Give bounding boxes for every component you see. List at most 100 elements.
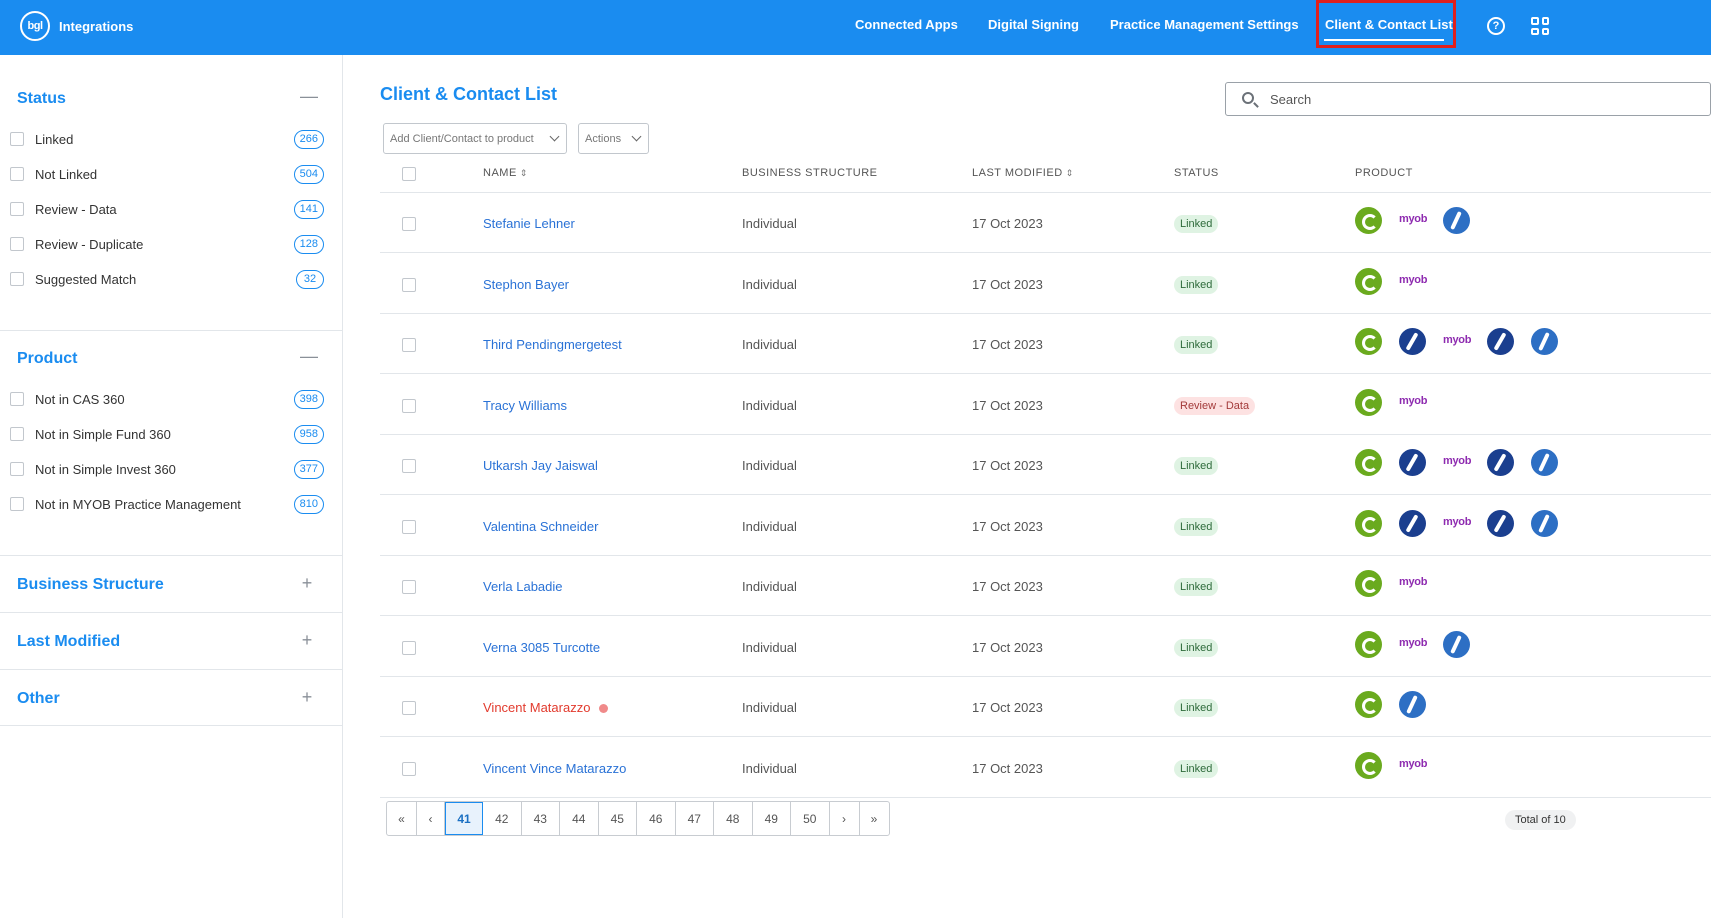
row-checkbox[interactable] [402, 338, 416, 352]
table-row[interactable]: Verla Labadie Individual 17 Oct 2023 Linked… [380, 556, 1711, 616]
column-header-last-modified[interactable]: LAST MODIFIED ⇕ [972, 167, 1074, 179]
table-row[interactable]: Vincent Matarazzo Individual 17 Oct 2023 Li… [380, 677, 1711, 737]
myob-icon[interactable]: myob [1399, 576, 1429, 603]
add-to-product-dropdown[interactable]: Add Client/Contact to product [383, 123, 567, 154]
client-name-link[interactable]: Third Pendingmergetest [483, 337, 622, 352]
business-structure-filter-title[interactable]: Business Structure [17, 576, 164, 594]
checkbox[interactable] [10, 427, 24, 441]
collapse-status-icon[interactable]: — [300, 86, 318, 107]
simple-fund-icon[interactable] [1399, 449, 1426, 476]
nav-connected-apps[interactable]: Connected Apps [855, 17, 958, 32]
simple-fund-icon[interactable] [1487, 328, 1514, 355]
row-checkbox[interactable] [402, 761, 416, 776]
page-button[interactable]: 47 [676, 802, 714, 835]
actions-dropdown[interactable]: Actions [578, 123, 649, 154]
myob-icon[interactable]: myob [1443, 516, 1473, 543]
expand-last-modified-icon[interactable]: + [300, 630, 314, 651]
sort-icon[interactable]: ⇕ [520, 168, 528, 178]
collapse-product-icon[interactable]: — [300, 346, 318, 367]
page-button[interactable]: 46 [637, 802, 676, 835]
row-checkbox[interactable] [402, 398, 416, 413]
myob-icon[interactable]: myob [1443, 334, 1473, 361]
first-page-button[interactable]: « [387, 802, 417, 835]
simple-invest-icon[interactable] [1443, 630, 1470, 658]
client-name-link[interactable]: Vincent Matarazzo [483, 700, 590, 715]
simple-invest-icon[interactable] [1531, 449, 1558, 476]
table-row[interactable]: Stephon Bayer Individual 17 Oct 2023 Linked… [380, 254, 1711, 314]
filter-not-linked[interactable]: Not Linked 504 [10, 163, 324, 185]
sort-icon[interactable]: ⇕ [1066, 168, 1074, 178]
cas360-icon[interactable] [1355, 328, 1382, 355]
row-checkbox[interactable] [402, 640, 416, 655]
myob-icon[interactable]: myob [1399, 637, 1429, 664]
checkbox[interactable] [10, 272, 24, 286]
table-row[interactable]: Verna 3085 Turcotte Individual 17 Oct 2023… [380, 617, 1711, 677]
simple-invest-icon[interactable] [1531, 509, 1558, 537]
page-button[interactable]: 41 [445, 802, 483, 835]
client-name-link[interactable]: Vincent Vince Matarazzo [483, 761, 626, 776]
checkbox[interactable] [10, 462, 24, 476]
product-filter-title[interactable]: Product [17, 350, 77, 368]
cas360-icon[interactable] [1355, 570, 1382, 597]
help-icon[interactable]: ? [1487, 17, 1505, 35]
row-checkbox[interactable] [402, 277, 416, 292]
filter-not-in-simple-invest[interactable]: Not in Simple Invest 360 377 [10, 458, 324, 480]
checkbox[interactable] [10, 167, 24, 181]
apps-grid-icon[interactable] [1531, 17, 1549, 35]
client-name-link[interactable]: Stephon Bayer [483, 277, 569, 292]
simple-invest-icon[interactable] [1443, 207, 1470, 234]
table-row[interactable]: Tracy Williams Individual 17 Oct 2023 Revie… [380, 375, 1711, 435]
cas360-icon[interactable] [1355, 691, 1382, 718]
cas360-icon[interactable] [1355, 207, 1382, 234]
client-name-link[interactable]: Utkarsh Jay Jaiswal [483, 458, 598, 473]
filter-linked[interactable]: Linked 266 [10, 128, 324, 150]
simple-fund-icon[interactable] [1399, 328, 1426, 355]
cas360-icon[interactable] [1355, 267, 1382, 295]
page-button[interactable]: 42 [483, 802, 522, 835]
page-button[interactable]: 45 [599, 802, 637, 835]
table-row[interactable]: Utkarsh Jay Jaiswal Individual 17 Oct 2023… [380, 435, 1711, 495]
checkbox[interactable] [10, 237, 24, 251]
simple-fund-icon[interactable] [1487, 449, 1514, 476]
brand[interactable]: bgl Integrations [20, 11, 133, 41]
nav-practice-management-settings[interactable]: Practice Management Settings [1110, 17, 1299, 32]
row-checkbox[interactable] [402, 519, 416, 534]
row-checkbox[interactable] [402, 701, 416, 715]
next-page-button[interactable]: › [830, 802, 860, 835]
page-button[interactable]: 43 [522, 802, 560, 835]
column-header-name[interactable]: NAME ⇕ [483, 167, 528, 179]
filter-review-duplicate[interactable]: Review - Duplicate 128 [10, 233, 324, 255]
status-filter-title[interactable]: Status [17, 90, 66, 108]
client-name-link[interactable]: Stefanie Lehner [483, 216, 575, 231]
page-button[interactable]: 49 [753, 802, 791, 835]
last-page-button[interactable]: » [860, 802, 889, 835]
client-name-link[interactable]: Valentina Schneider [483, 519, 598, 534]
filter-not-in-cas[interactable]: Not in CAS 360 398 [10, 388, 324, 410]
expand-other-icon[interactable]: + [300, 687, 314, 708]
checkbox[interactable] [10, 132, 24, 146]
select-all-checkbox[interactable] [402, 167, 416, 181]
cas360-icon[interactable] [1355, 509, 1382, 537]
filter-review-data[interactable]: Review - Data 141 [10, 198, 324, 220]
search-box[interactable] [1225, 82, 1711, 116]
row-checkbox[interactable] [402, 580, 416, 594]
page-button[interactable]: 50 [791, 802, 830, 835]
checkbox[interactable] [10, 202, 24, 216]
cas360-icon[interactable] [1355, 751, 1382, 779]
other-filter-title[interactable]: Other [17, 690, 60, 708]
nav-digital-signing[interactable]: Digital Signing [988, 17, 1079, 32]
table-row[interactable]: Stefanie Lehner Individual 17 Oct 2023 Link… [380, 193, 1711, 253]
simple-invest-icon[interactable] [1531, 328, 1558, 355]
table-row[interactable]: Valentina Schneider Individual 17 Oct 2023… [380, 496, 1711, 556]
row-checkbox[interactable] [402, 217, 416, 231]
expand-business-structure-icon[interactable]: + [300, 573, 314, 594]
simple-invest-icon[interactable] [1399, 691, 1426, 718]
prev-page-button[interactable]: ‹ [417, 802, 445, 835]
client-name-link[interactable]: Verna 3085 Turcotte [483, 640, 600, 655]
simple-fund-icon[interactable] [1399, 509, 1426, 537]
search-input[interactable] [1270, 90, 1670, 108]
myob-icon[interactable]: myob [1399, 758, 1429, 785]
client-name-link[interactable]: Tracy Williams [483, 398, 567, 413]
simple-fund-icon[interactable] [1487, 509, 1514, 537]
filter-not-in-myob[interactable]: Not in MYOB Practice Management 810 [10, 493, 324, 515]
